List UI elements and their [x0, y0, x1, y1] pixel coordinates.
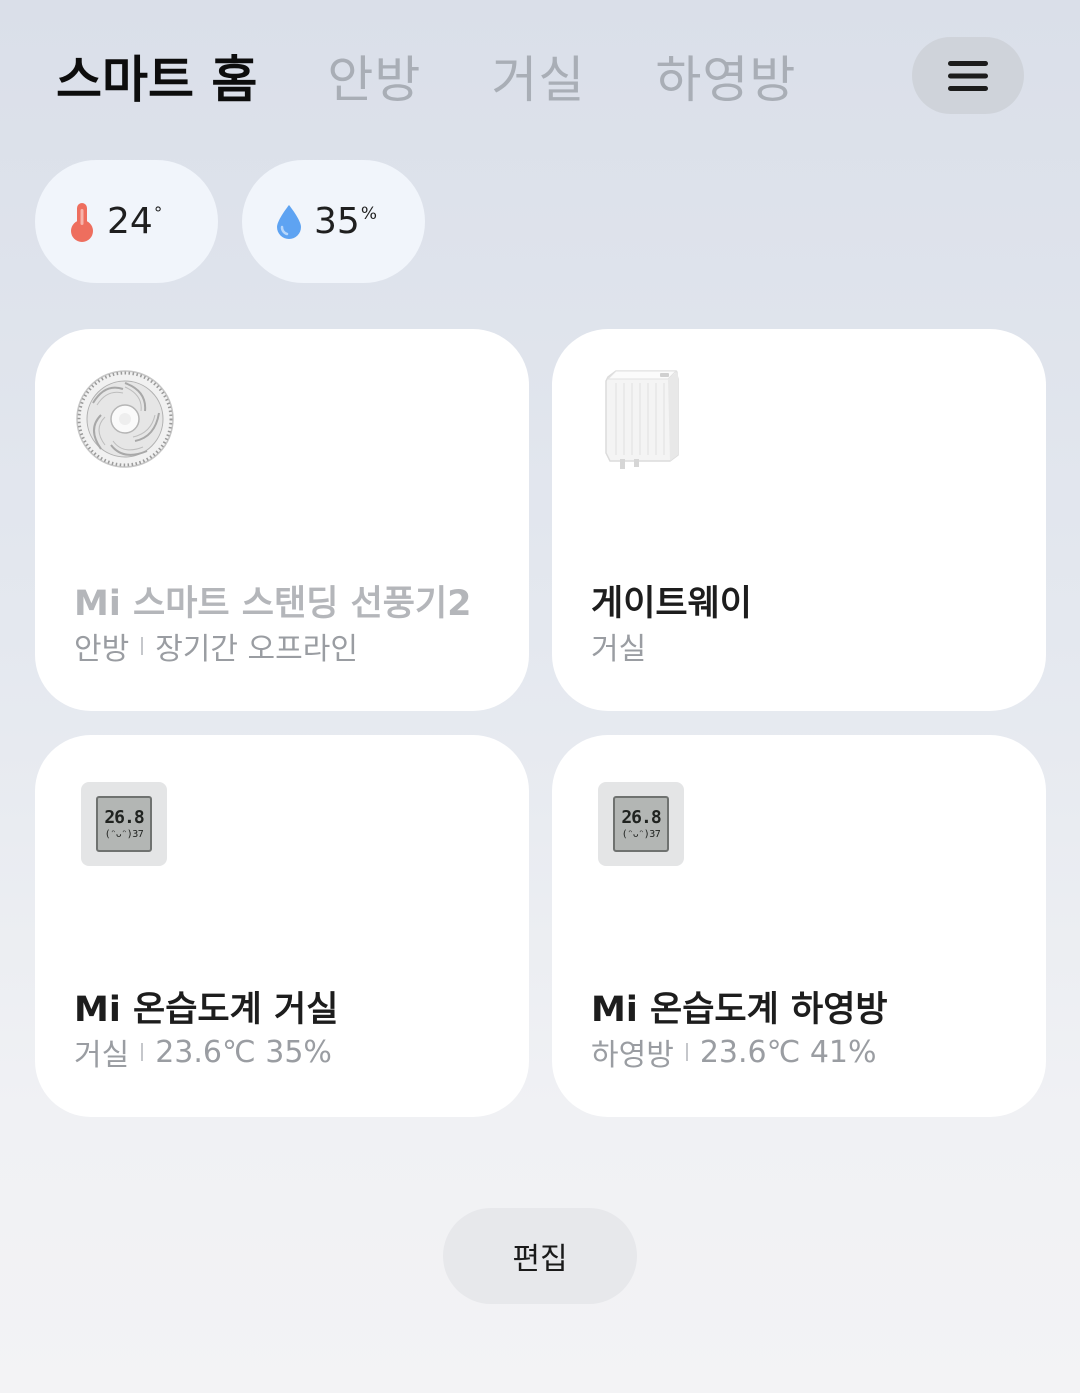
device-name: Mi 온습도계 거실	[74, 990, 339, 1030]
temperature-value: 24	[107, 201, 153, 242]
divider	[685, 1043, 688, 1061]
device-name: 게이트웨이	[591, 584, 753, 624]
device-subtitle: 하영방 23.6℃ 41%	[591, 1030, 877, 1074]
device-subtitle: 안방 장기간 오프라인	[74, 624, 358, 668]
device-room: 거실	[74, 1038, 130, 1073]
device-card-standing-fan[interactable]: Mi 스마트 스탠딩 선풍기2 안방 장기간 오프라인	[35, 329, 529, 711]
device-name: Mi 스마트 스탠딩 선풍기2	[74, 584, 472, 624]
temperature-unit: °	[153, 203, 163, 224]
device-card-gateway[interactable]: 게이트웨이 거실	[552, 329, 1046, 711]
humidity-chip[interactable]: 35 %	[242, 160, 425, 283]
device-subtitle: 거실	[591, 624, 646, 668]
device-name: Mi 온습도계 하영방	[591, 990, 888, 1030]
gateway-plug-icon	[600, 367, 684, 471]
divider	[141, 637, 144, 655]
device-card-hygrometer-living[interactable]: 26.8 (ᵔᴗᵔ)37 Mi 온습도계 거실 거실 23.6℃ 35%	[35, 735, 529, 1117]
tab-hayoung-room[interactable]: 하영방	[655, 40, 796, 112]
lcd-humidity: (ᵔᴗᵔ)37	[621, 828, 661, 840]
hygrometer-icon: 26.8 (ᵔᴗᵔ)37	[598, 782, 684, 866]
water-drop-icon	[274, 203, 304, 241]
device-room: 하영방	[591, 1038, 674, 1073]
device-status: 23.6℃ 35%	[155, 1034, 332, 1070]
device-card-hygrometer-hayoung[interactable]: 26.8 (ᵔᴗᵔ)37 Mi 온습도계 하영방 하영방 23.6℃ 41%	[552, 735, 1046, 1117]
tab-living-room[interactable]: 거실	[491, 40, 585, 112]
humidity-value: 35	[314, 201, 360, 242]
tab-master-bedroom[interactable]: 안방	[327, 40, 421, 112]
device-status: 장기간 오프라인	[155, 632, 358, 667]
hygrometer-lcd: 26.8 (ᵔᴗᵔ)37	[96, 796, 152, 852]
edit-button[interactable]: 편집	[443, 1208, 637, 1304]
lcd-temperature: 26.8	[104, 806, 144, 828]
device-room: 안방	[74, 632, 130, 667]
tab-smart-home[interactable]: 스마트 홈	[56, 40, 257, 112]
device-status: 23.6℃ 41%	[699, 1034, 877, 1070]
divider	[141, 1043, 144, 1061]
hamburger-menu-icon	[948, 60, 988, 91]
lcd-temperature: 26.8	[621, 806, 661, 828]
humidity-unit: %	[360, 203, 377, 224]
device-room: 거실	[591, 632, 647, 667]
hygrometer-icon: 26.8 (ᵔᴗᵔ)37	[81, 782, 167, 866]
temperature-chip[interactable]: 24 °	[35, 160, 218, 283]
lcd-humidity: (ᵔᴗᵔ)37	[104, 828, 144, 840]
device-subtitle: 거실 23.6℃ 35%	[74, 1030, 332, 1074]
menu-button[interactable]	[912, 37, 1024, 114]
room-tabs: 스마트 홈 안방 거실 하영방	[56, 40, 866, 112]
thermometer-icon	[67, 201, 97, 243]
standing-fan-icon	[75, 369, 175, 469]
hygrometer-lcd: 26.8 (ᵔᴗᵔ)37	[613, 796, 669, 852]
